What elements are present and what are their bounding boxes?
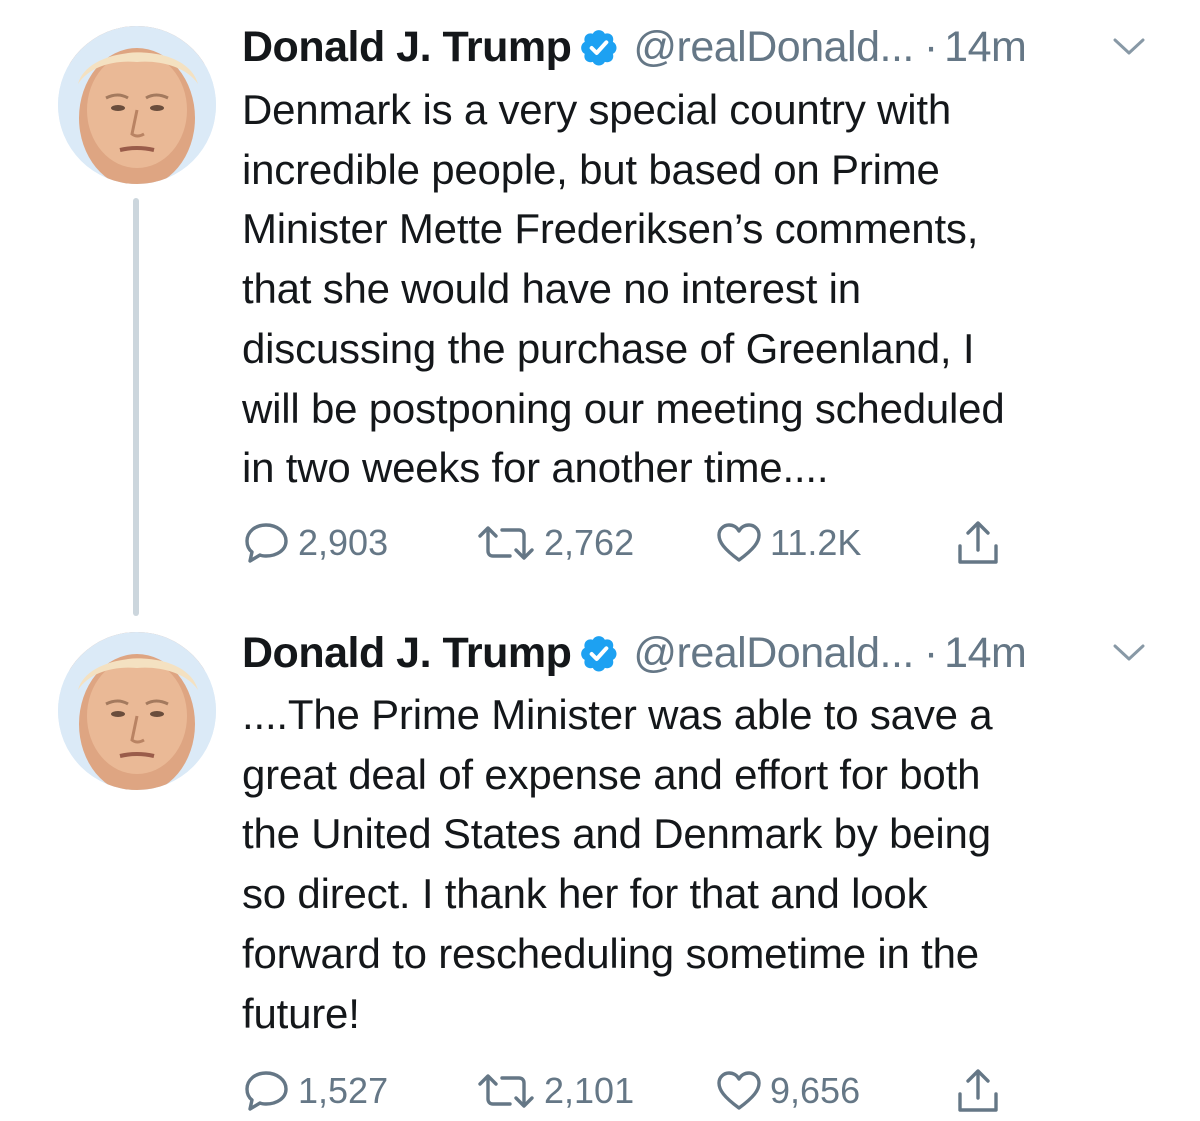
share-icon bbox=[956, 1068, 1000, 1114]
author-name[interactable]: Donald J. Trump bbox=[242, 23, 572, 72]
like-count: 11.2K bbox=[770, 522, 862, 563]
retweet-count: 2,762 bbox=[544, 522, 635, 563]
retweet-button[interactable]: 2,101 bbox=[476, 1066, 634, 1116]
tweet[interactable]: Donald J. Trump @realDonald... · 14m Den… bbox=[0, 0, 1200, 600]
reply-icon bbox=[244, 1070, 290, 1112]
tweet-header: Donald J. Trump @realDonald... · 14m bbox=[242, 22, 1027, 72]
reply-button[interactable]: 2,903 bbox=[244, 518, 388, 568]
like-heart-icon bbox=[716, 522, 762, 564]
like-heart-icon bbox=[716, 1070, 762, 1112]
author-handle[interactable]: @realDonald... bbox=[633, 23, 914, 72]
retweet-icon bbox=[476, 1071, 536, 1111]
tweet-actions: 1,527 2,101 9,656 bbox=[242, 1066, 1142, 1116]
tweet-text: Denmark is a very special country with i… bbox=[242, 86, 1005, 492]
chevron-down-icon[interactable] bbox=[1112, 642, 1146, 664]
separator-dot: · bbox=[923, 628, 939, 677]
verified-badge-icon bbox=[579, 633, 619, 673]
tweet-timestamp[interactable]: 14m bbox=[944, 23, 1027, 72]
tweet-timestamp[interactable]: 14m bbox=[944, 629, 1027, 678]
author-name[interactable]: Donald J. Trump bbox=[242, 629, 572, 678]
reply-button[interactable]: 1,527 bbox=[244, 1066, 388, 1116]
reply-count: 2,903 bbox=[298, 522, 389, 563]
retweet-icon bbox=[476, 523, 536, 563]
reply-count: 1,527 bbox=[298, 1070, 389, 1111]
tweet[interactable]: Donald J. Trump @realDonald... · 14m ...… bbox=[0, 600, 1200, 1121]
like-button[interactable]: 9,656 bbox=[716, 1066, 860, 1116]
avatar[interactable] bbox=[58, 26, 216, 184]
separator-dot: · bbox=[923, 22, 939, 71]
share-button[interactable] bbox=[956, 1066, 1000, 1116]
retweet-button[interactable]: 2,762 bbox=[476, 518, 634, 568]
retweet-count: 2,101 bbox=[544, 1070, 635, 1111]
verified-badge-icon bbox=[579, 27, 619, 67]
like-button[interactable]: 11.2K bbox=[716, 518, 861, 568]
chevron-down-icon[interactable] bbox=[1112, 36, 1146, 58]
share-icon bbox=[956, 520, 1000, 566]
tweet-header: Donald J. Trump @realDonald... · 14m bbox=[242, 628, 1027, 678]
reply-icon bbox=[244, 522, 290, 564]
tweet-actions: 2,903 2,762 11.2K bbox=[242, 518, 1142, 568]
author-handle[interactable]: @realDonald... bbox=[633, 629, 914, 678]
tweet-text: ....The Prime Minister was able to save … bbox=[242, 691, 993, 1037]
share-button[interactable] bbox=[956, 518, 1000, 568]
avatar[interactable] bbox=[58, 632, 216, 790]
like-count: 9,656 bbox=[770, 1070, 861, 1111]
